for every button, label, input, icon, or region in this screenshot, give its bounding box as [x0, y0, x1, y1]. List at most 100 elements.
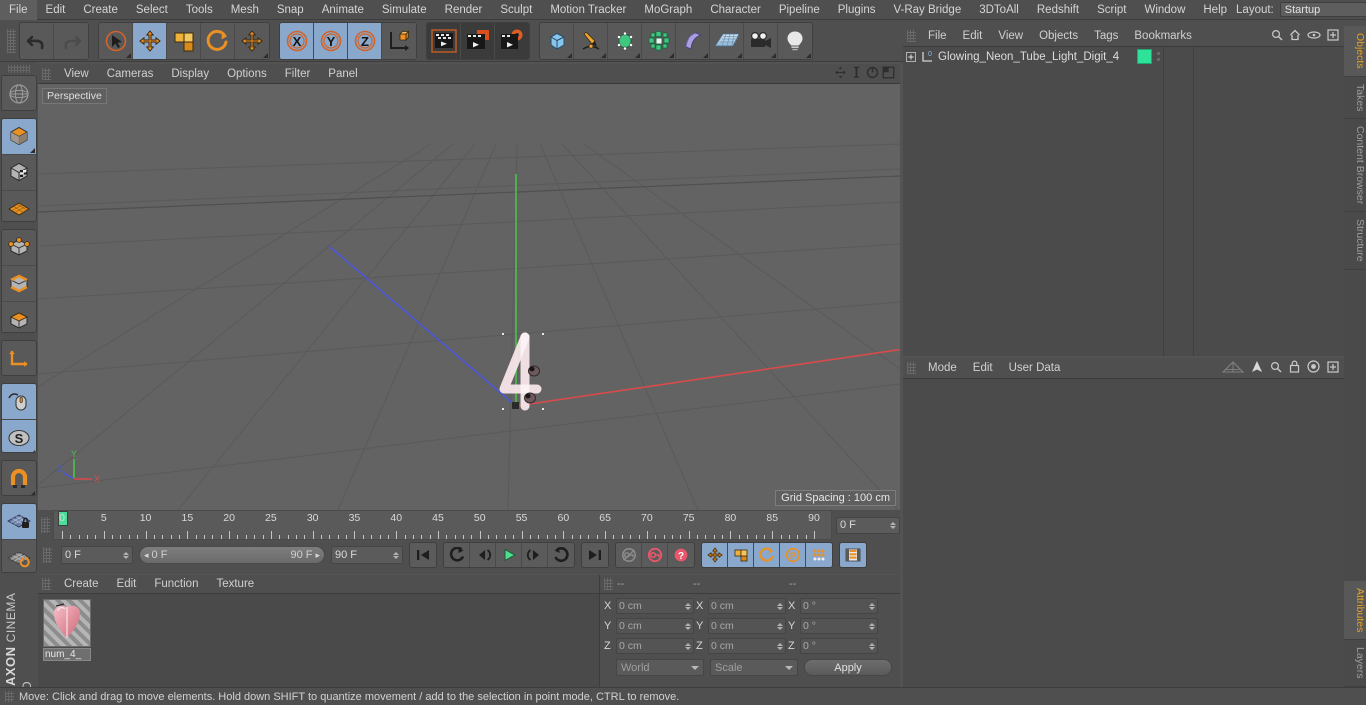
arrow-up-icon[interactable] [1251, 360, 1263, 376]
viewport-menu-cameras[interactable]: Cameras [98, 64, 163, 84]
material-list[interactable]: num_4_ [38, 594, 599, 687]
apply-button[interactable]: Apply [804, 659, 892, 676]
record-active-objects-button[interactable] [616, 543, 642, 567]
maximize-icon[interactable] [882, 66, 895, 82]
object-menu-edit[interactable]: Edit [955, 26, 991, 47]
menu-mesh[interactable]: Mesh [222, 0, 268, 20]
menu-simulate[interactable]: Simulate [373, 0, 436, 20]
enable-snapping-button[interactable]: S [2, 419, 36, 452]
rotation-h-field[interactable]: 0 ° [800, 598, 878, 614]
spinner-icon[interactable] [890, 521, 896, 529]
lock-icon[interactable] [1289, 360, 1300, 376]
rotation-key-button[interactable] [754, 543, 780, 567]
move-tool[interactable] [133, 22, 167, 59]
viewport-menu-filter[interactable]: Filter [276, 64, 320, 84]
point-mode-button[interactable] [2, 229, 36, 266]
spinner-icon[interactable] [777, 642, 783, 650]
object-manager-grip[interactable] [907, 30, 916, 42]
menu-3dtoall[interactable]: 3DToAll [970, 0, 1028, 20]
position-key-button[interactable] [702, 543, 728, 567]
scale-key-button[interactable] [728, 543, 754, 567]
timeline-toggle-button[interactable] [840, 543, 866, 567]
keyframe-selection-button[interactable]: ? [668, 543, 694, 567]
viewport-menu-panel[interactable]: Panel [319, 64, 366, 84]
live-selection-tool[interactable] [99, 22, 133, 59]
home-icon[interactable] [1289, 29, 1301, 44]
menu-file[interactable]: File [0, 0, 37, 20]
tab-layers[interactable]: Layers [1344, 640, 1366, 687]
spinner-icon[interactable] [393, 551, 399, 559]
spinner-icon[interactable] [777, 602, 783, 610]
left-toolbar-grip[interactable] [8, 65, 30, 73]
attribute-menu-user-data[interactable]: User Data [1001, 358, 1069, 379]
menu-motion-tracker[interactable]: Motion Tracker [541, 0, 635, 20]
render-view-button[interactable] [427, 22, 461, 59]
lock-z-axis-button[interactable]: Z [348, 22, 382, 59]
rotate-icon[interactable] [866, 66, 879, 82]
add-light-button[interactable] [778, 22, 812, 59]
material-item[interactable]: num_4_ [43, 599, 91, 661]
object-menu-tags[interactable]: Tags [1086, 26, 1126, 47]
viewport-canvas-3d[interactable]: Perspective Y X Z Grid Spacing: 100 cm [38, 84, 900, 510]
material-menu-create[interactable]: Create [55, 575, 108, 594]
timeline-current-frame-field[interactable]: 0 F [836, 516, 900, 534]
redo-button[interactable] [54, 22, 88, 59]
add-nurbs-button[interactable] [608, 22, 642, 59]
workplane-mode-button[interactable] [2, 190, 36, 221]
rotate-tool[interactable] [201, 22, 235, 59]
zoom-icon[interactable] [850, 66, 863, 82]
render-settings-button[interactable] [495, 22, 529, 59]
magnet-tool-button[interactable] [2, 460, 36, 495]
range-left-arrow-icon[interactable]: ◂ [144, 550, 149, 561]
material-thumbnail[interactable] [43, 599, 91, 647]
polygon-mode-button[interactable] [2, 301, 36, 332]
status-bar-grip[interactable] [5, 691, 14, 702]
point-level-anim-button[interactable] [806, 543, 832, 567]
play-button[interactable] [496, 543, 522, 567]
menu-edit[interactable]: Edit [37, 0, 75, 20]
object-menu-file[interactable]: File [920, 26, 955, 47]
go-to-next-key-button[interactable] [548, 543, 574, 567]
lock-x-axis-button[interactable]: X [280, 22, 314, 59]
model-mode-button[interactable] [2, 118, 36, 155]
rotation-p-field[interactable]: 0 ° [800, 618, 878, 634]
menu-select[interactable]: Select [127, 0, 177, 20]
add-spline-button[interactable] [574, 22, 608, 59]
lock-workplane-button[interactable] [2, 503, 36, 540]
material-menu-texture[interactable]: Texture [207, 575, 263, 594]
expand-toggle-icon[interactable] [905, 51, 917, 63]
object-menu-objects[interactable]: Objects [1031, 26, 1086, 47]
step-forward-button[interactable] [522, 543, 548, 567]
material-menu-edit[interactable]: Edit [108, 575, 146, 594]
position-y-field[interactable]: 0 cm [616, 618, 694, 634]
attribute-manager-grip[interactable] [907, 362, 916, 374]
step-back-button[interactable] [470, 543, 496, 567]
parameter-key-button[interactable]: P [780, 543, 806, 567]
position-x-field[interactable]: 0 cm [616, 598, 694, 614]
timeline-grip[interactable] [41, 517, 50, 533]
timeline-ruler[interactable]: 0 5 10 15 20 25 30 35 40 45 50 55 60 65 70 75 80 85 90 [53, 510, 832, 540]
tab-structure[interactable]: Structure [1344, 212, 1366, 270]
object-menu-bookmarks[interactable]: Bookmarks [1126, 26, 1200, 47]
make-editable-button[interactable] [2, 75, 36, 110]
add-array-button[interactable] [642, 22, 676, 59]
menu-redshift[interactable]: Redshift [1028, 0, 1088, 20]
autokeying-button[interactable] [642, 543, 668, 567]
object-axis-button[interactable] [2, 340, 36, 375]
viewport-solo-button[interactable] [2, 383, 36, 420]
menu-window[interactable]: Window [1135, 0, 1194, 20]
timeline-controls-grip[interactable] [43, 547, 52, 563]
history-icon[interactable] [1221, 360, 1245, 376]
attribute-menu-mode[interactable]: Mode [920, 358, 965, 379]
texture-mode-button[interactable] [2, 154, 36, 191]
go-to-start-button[interactable] [410, 543, 436, 567]
toolbar-grip[interactable] [7, 28, 16, 53]
search-icon[interactable] [1271, 29, 1283, 44]
coordinate-system-dropdown[interactable]: World [616, 659, 704, 676]
add-deformer-button[interactable] [676, 22, 710, 59]
viewport-menu-options[interactable]: Options [218, 64, 276, 84]
tab-attributes[interactable]: Attributes [1344, 581, 1366, 641]
end-frame-field[interactable]: 90 F [331, 546, 403, 564]
size-y-field[interactable]: 0 cm [708, 618, 786, 634]
lock-y-axis-button[interactable]: Y [314, 22, 348, 59]
